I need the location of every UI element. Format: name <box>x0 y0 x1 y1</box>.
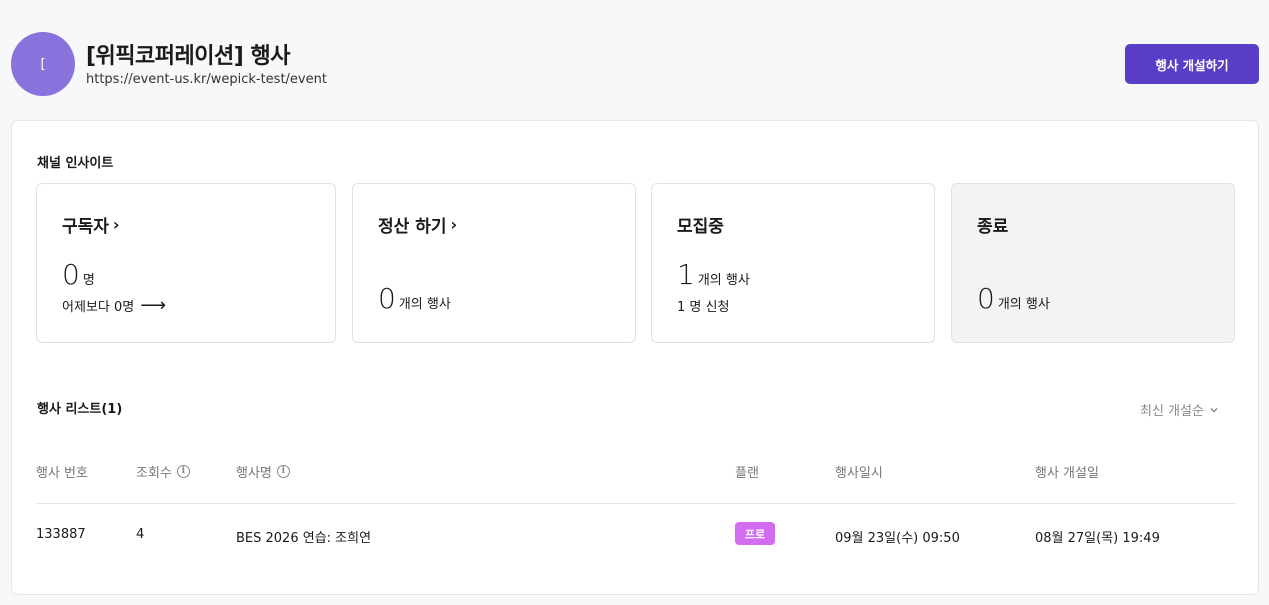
chevron-down-icon <box>1210 407 1218 412</box>
event-id: 133887 <box>36 527 86 542</box>
column-header-name: 행사명 i <box>236 462 290 481</box>
table-divider <box>36 503 1235 504</box>
settlement-card[interactable]: 정산 하기 › 0 개의 행사 <box>352 183 636 343</box>
main-panel: 채널 인사이트 구독자 › 0 명 어제보다 0명 ⟶ 정산 하기 › 0 개의… <box>11 120 1259 595</box>
settlement-card-label: 정산 하기 <box>378 217 447 237</box>
subscriber-unit: 명 <box>82 273 95 288</box>
chevron-right-icon: › <box>450 215 458 234</box>
column-header-created: 행사 개설일 <box>1035 462 1099 481</box>
recruiting-applicants: 1 명 신청 <box>677 296 729 315</box>
subscriber-delta-text: 어제보다 0명 <box>62 300 135 315</box>
avatar: [ <box>11 32 75 96</box>
column-header-name-label: 행사명 <box>236 466 272 481</box>
column-header-event-date: 행사일시 <box>835 462 883 481</box>
recruiting-count: 1 개의 행사 <box>677 258 750 291</box>
ended-value: 0 <box>977 282 995 315</box>
event-date: 09월 23일(수) 09:50 <box>835 531 960 546</box>
ended-card-title: 종료 <box>977 212 1008 237</box>
channel-header: [ [위픽코퍼레이션] 행사 https://event-us.kr/wepic… <box>0 0 1269 120</box>
settlement-count: 0 개의 행사 <box>378 282 451 315</box>
info-icon[interactable]: i <box>276 465 290 478</box>
arrow-right-icon: ⟶ <box>140 294 167 316</box>
ended-count: 0 개의 행사 <box>977 282 1050 315</box>
column-header-id-label: 행사 번호 <box>36 466 88 481</box>
event-list-title: 행사 리스트(1) <box>37 402 123 417</box>
settlement-card-title[interactable]: 정산 하기 › <box>378 212 457 237</box>
subscriber-value: 0 <box>62 258 80 291</box>
sort-label: 최신 개설순 <box>1140 404 1204 419</box>
create-event-button[interactable]: 행사 개설하기 <box>1125 44 1259 84</box>
info-icon[interactable]: i <box>176 465 190 478</box>
ended-card[interactable]: 종료 0 개의 행사 <box>951 183 1235 343</box>
subscriber-delta[interactable]: 어제보다 0명 ⟶ <box>62 296 166 315</box>
ended-card-label: 종료 <box>977 217 1009 237</box>
avatar-initial: [ <box>40 56 46 72</box>
column-header-event-date-label: 행사일시 <box>835 466 883 481</box>
sort-dropdown[interactable]: 최신 개설순 <box>1140 400 1219 419</box>
recruiting-card-label: 모집중 <box>677 217 724 237</box>
recruiting-card[interactable]: 모집중 1 개의 행사 1 명 신청 <box>651 183 935 343</box>
subscriber-card-title[interactable]: 구독자 › <box>62 212 120 237</box>
subscriber-card[interactable]: 구독자 › 0 명 어제보다 0명 ⟶ <box>36 183 336 343</box>
page-title: [위픽코퍼레이션] 행사 <box>86 44 290 69</box>
ended-unit: 개의 행사 <box>997 297 1050 312</box>
column-header-id: 행사 번호 <box>36 462 88 481</box>
recruiting-value: 1 <box>677 258 695 291</box>
column-header-views-label: 조회수 <box>136 466 172 481</box>
chevron-right-icon: › <box>112 215 120 234</box>
event-name[interactable]: BES 2026 연습: 조희연 <box>236 527 371 546</box>
column-header-created-label: 행사 개설일 <box>1035 466 1099 481</box>
plan-badge: 프로 <box>735 522 775 545</box>
recruiting-applicants-text: 1 명 신청 <box>677 300 730 315</box>
settlement-unit: 개의 행사 <box>398 297 451 312</box>
subscriber-card-label: 구독자 <box>62 217 109 237</box>
subscriber-count: 0 명 <box>62 258 95 291</box>
recruiting-card-title: 모집중 <box>677 212 724 237</box>
event-created: 08월 27일(목) 19:49 <box>1035 531 1160 546</box>
column-header-views: 조회수 i <box>136 462 190 481</box>
insight-title: 채널 인사이트 <box>37 156 114 171</box>
recruiting-unit: 개의 행사 <box>697 273 750 288</box>
column-header-plan-label: 플랜 <box>735 466 759 481</box>
column-header-plan: 플랜 <box>735 462 759 481</box>
event-views: 4 <box>136 527 145 542</box>
settlement-value: 0 <box>378 282 396 315</box>
channel-url: https://event-us.kr/wepick-test/event <box>86 72 327 87</box>
